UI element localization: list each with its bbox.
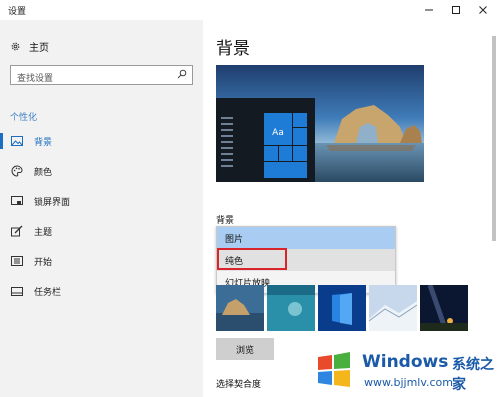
watermark-url: www.bjjmlv.com bbox=[364, 376, 453, 389]
lock-screen-icon bbox=[9, 195, 25, 207]
gear-icon bbox=[11, 42, 20, 51]
active-indicator bbox=[0, 133, 3, 149]
section-personalization: 个性化 bbox=[10, 113, 38, 123]
browse-button[interactable]: 浏览 bbox=[216, 338, 274, 360]
search-input[interactable] bbox=[11, 70, 173, 88]
search-box[interactable] bbox=[10, 65, 193, 88]
recent-images bbox=[216, 285, 468, 331]
search-icon[interactable] bbox=[177, 69, 187, 79]
highlight-box bbox=[217, 248, 287, 270]
background-preview: Aa bbox=[216, 65, 424, 182]
start-icon bbox=[9, 256, 25, 266]
scrollbar-thumb[interactable] bbox=[492, 36, 496, 241]
sidebar-item-taskbar[interactable]: 任务栏 bbox=[0, 280, 203, 302]
sidebar-item-label: 主题 bbox=[34, 227, 53, 238]
image-icon bbox=[9, 136, 25, 146]
close-button[interactable] bbox=[470, 0, 496, 20]
sidebar-item-label: 任务栏 bbox=[34, 287, 62, 298]
watermark-brand-cn: 系统之家 bbox=[452, 357, 494, 393]
sidebar-item-label: 背景 bbox=[34, 137, 53, 148]
recent-image-thumbnail[interactable] bbox=[420, 285, 468, 331]
recent-image-thumbnail[interactable] bbox=[318, 285, 366, 331]
sidebar-item-themes[interactable]: 主题 bbox=[0, 220, 203, 242]
recent-image-thumbnail[interactable] bbox=[267, 285, 315, 331]
sidebar-item-colors[interactable]: 颜色 bbox=[0, 160, 203, 182]
sidebar-item-label: 锁屏界面 bbox=[34, 197, 71, 208]
close-icon bbox=[479, 6, 487, 14]
scrollbar[interactable] bbox=[491, 20, 497, 397]
background-field-label: 背景 bbox=[216, 216, 235, 226]
sidebar-item-background[interactable]: 背景 bbox=[0, 130, 203, 152]
dropdown-option-picture[interactable]: 图片 bbox=[217, 227, 395, 249]
taskbar-icon bbox=[9, 286, 25, 296]
home-link[interactable]: 主页 bbox=[10, 39, 49, 54]
maximize-button[interactable] bbox=[443, 0, 469, 20]
minimize-icon bbox=[425, 9, 433, 11]
sidebar: 主页 个性化 背景 颜色 锁屏界面 主题 bbox=[0, 20, 203, 397]
windows-logo-icon bbox=[318, 352, 350, 387]
window-title: 设置 bbox=[8, 7, 27, 17]
preview-tile-label: Aa bbox=[272, 128, 284, 138]
sidebar-item-label: 开始 bbox=[34, 257, 53, 268]
maximize-icon bbox=[452, 6, 460, 14]
palette-icon bbox=[9, 165, 25, 177]
sidebar-item-label: 颜色 bbox=[34, 167, 53, 178]
recent-image-thumbnail[interactable] bbox=[369, 285, 417, 331]
title-bar: 设置 bbox=[0, 0, 500, 20]
home-label: 主页 bbox=[29, 43, 49, 54]
sidebar-item-lock-screen[interactable]: 锁屏界面 bbox=[0, 190, 203, 212]
watermark: Windows 系统之家 www.bjjmlv.com bbox=[312, 349, 498, 397]
recent-image-thumbnail[interactable] bbox=[216, 285, 264, 331]
theme-icon bbox=[9, 225, 25, 237]
minimize-button[interactable] bbox=[416, 0, 442, 20]
page-title: 背景 bbox=[216, 39, 250, 59]
choose-fit-label: 选择契合度 bbox=[216, 380, 262, 390]
watermark-brand: Windows bbox=[362, 352, 449, 372]
sidebar-item-start[interactable]: 开始 bbox=[0, 250, 203, 272]
preview-image: Aa bbox=[216, 65, 424, 182]
